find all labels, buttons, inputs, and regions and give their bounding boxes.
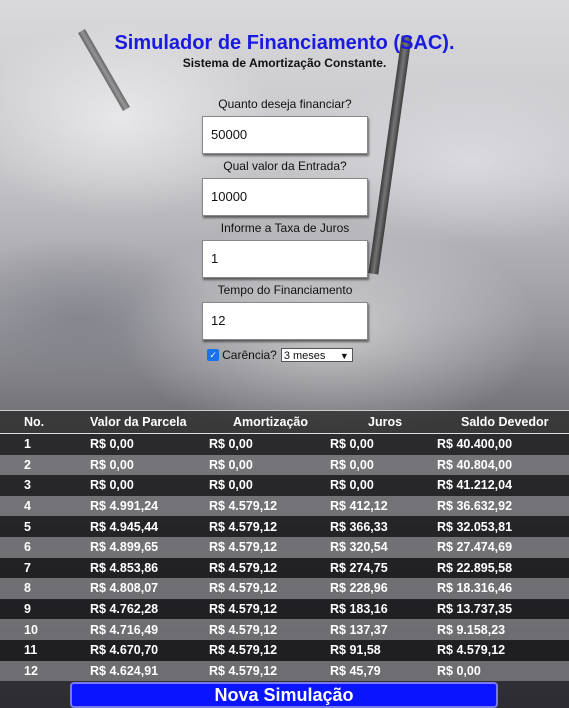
header-balance: Saldo Devedor (461, 415, 549, 429)
header-installment: Valor da Parcela (90, 415, 187, 429)
grace-checkbox[interactable]: ✓ (207, 349, 220, 361)
cell-amortization: R$ 4.579,12 (209, 602, 278, 617)
cell-interest: R$ 228,96 (330, 581, 388, 596)
interest-rate-input[interactable]: 1 (202, 240, 368, 278)
header-interest: Juros (368, 415, 403, 429)
header: Simulador de Financiamento (SAC). Sistem… (0, 30, 569, 70)
table-row: 4 R$ 4.991,24 R$ 4.579,12 R$ 412,12 R$ 36.63… (0, 495, 569, 517)
cell-installment: R$ 4.899,65 (90, 540, 159, 555)
cell-balance: R$ 18.316,46 (437, 581, 513, 596)
table-row: 7 R$ 4.853,86 R$ 4.579,12 R$ 274,75 R$ 22.89… (0, 557, 569, 579)
cell-amortization: R$ 0,00 (209, 478, 253, 493)
cell-no: 5 (24, 519, 31, 534)
term-label: Tempo do Financiamento (217, 283, 353, 297)
cell-no: 1 (24, 437, 31, 452)
table-row: 11 R$ 4.670,70 R$ 4.579,12 R$ 91,58 R$ 4.579… (0, 639, 569, 661)
cell-interest: R$ 320,54 (330, 540, 388, 555)
cell-interest: R$ 137,37 (330, 622, 388, 637)
cell-no: 3 (24, 478, 31, 493)
cell-amortization: R$ 4.579,12 (209, 663, 278, 678)
cell-balance: R$ 41.212,04 (437, 478, 513, 493)
cell-interest: R$ 412,12 (330, 499, 388, 514)
cell-interest: R$ 274,75 (330, 560, 388, 575)
cell-amortization: R$ 4.579,12 (209, 643, 278, 658)
table-row: 6 R$ 4.899,65 R$ 4.579,12 R$ 320,54 R$ 27.47… (0, 536, 569, 558)
table-row: 2 R$ 0,00 R$ 0,00 R$ 0,00 R$ 40.804,00 (0, 454, 569, 476)
cell-amortization: R$ 4.579,12 (209, 499, 278, 514)
table-row: 8 R$ 4.808,07 R$ 4.579,12 R$ 228,96 R$ 18.31… (0, 578, 569, 599)
cell-installment: R$ 4.808,07 (90, 581, 159, 596)
cell-amortization: R$ 0,00 (209, 457, 253, 472)
cell-balance: R$ 9.158,23 (437, 622, 506, 637)
cell-amortization: R$ 4.579,12 (209, 560, 278, 575)
cell-balance: R$ 0,00 (437, 663, 481, 678)
cell-installment: R$ 0,00 (90, 437, 134, 452)
cell-no: 4 (24, 499, 31, 514)
table-row: 12 R$ 4.624,91 R$ 4.579,12 R$ 45,79 R$ 0,00 (0, 660, 569, 682)
table-row: 9 R$ 4.762,28 R$ 4.579,12 R$ 183,16 R$ 13.73… (0, 598, 569, 620)
cell-installment: R$ 0,00 (90, 478, 134, 493)
page-title: Simulador de Financiamento (SAC). (114, 32, 455, 54)
cell-installment: R$ 4.853,86 (90, 560, 159, 575)
cell-balance: R$ 40.400,00 (437, 437, 513, 452)
table-row: 3 R$ 0,00 R$ 0,00 R$ 0,00 R$ 41.212,04 (0, 475, 569, 496)
cell-no: 6 (24, 540, 31, 555)
down-payment-label: Qual valor da Entrada? (223, 159, 347, 173)
table-row: 5 R$ 4.945,44 R$ 4.579,12 R$ 366,33 R$ 32.05… (0, 516, 569, 537)
cell-installment: R$ 4.716,49 (90, 622, 159, 637)
header-amortization: Amortização (233, 415, 309, 429)
chevron-down-icon: ▼ (339, 351, 349, 361)
cell-interest: R$ 0,00 (330, 478, 374, 493)
cell-installment: R$ 4.624,91 (90, 663, 159, 678)
amortization-table: No. Valor da Parcela Amortização Juros S… (0, 410, 569, 682)
grace-label: Carência? (222, 348, 277, 362)
table-header-row: No. Valor da Parcela Amortização Juros S… (0, 411, 569, 434)
new-simulation-button[interactable]: Nova Simulação (70, 682, 498, 708)
cell-installment: R$ 0,00 (90, 457, 134, 472)
cell-balance: R$ 27.474,69 (437, 540, 513, 555)
cell-installment: R$ 4.670,70 (90, 643, 159, 658)
cell-amortization: R$ 0,00 (209, 437, 253, 452)
cell-installment: R$ 4.991,24 (90, 499, 159, 514)
down-payment-input[interactable]: 10000 (202, 178, 368, 216)
cell-interest: R$ 45,79 (330, 663, 381, 678)
cell-balance: R$ 22.895,58 (437, 560, 513, 575)
amount-input[interactable]: 50000 (202, 116, 368, 154)
cell-amortization: R$ 4.579,12 (209, 519, 278, 534)
simulation-form: Quanto deseja financiar? 50000 Qual valo… (202, 96, 368, 362)
cell-balance: R$ 13.737,35 (437, 602, 513, 617)
term-input[interactable]: 12 (202, 302, 368, 340)
cell-no: 12 (24, 663, 38, 678)
cell-interest: R$ 183,16 (330, 602, 388, 617)
cell-no: 8 (24, 581, 31, 596)
cell-interest: R$ 366,33 (330, 519, 388, 534)
cell-balance: R$ 32.053,81 (437, 519, 513, 534)
cell-no: 10 (24, 622, 38, 637)
grace-period-row: ✓ Carência? 3 meses ▼ (192, 348, 368, 362)
cell-interest: R$ 91,58 (330, 643, 381, 658)
cell-no: 7 (24, 560, 31, 575)
table-row: 10 R$ 4.716,49 R$ 4.579,12 R$ 137,37 R$ 9.15… (0, 619, 569, 640)
table-body: 1 R$ 0,00 R$ 0,00 R$ 0,00 R$ 40.400,00 2 R$ 0,… (0, 434, 569, 682)
cell-no: 9 (24, 602, 31, 617)
grace-select[interactable]: 3 meses ▼ (280, 348, 353, 362)
cell-amortization: R$ 4.579,12 (209, 622, 278, 637)
amount-label: Quanto deseja financiar? (218, 97, 352, 111)
grace-select-value: 3 meses (283, 350, 326, 362)
table-row: 1 R$ 0,00 R$ 0,00 R$ 0,00 R$ 40.400,00 (0, 434, 569, 455)
cell-no: 2 (24, 457, 31, 472)
page-subtitle: Sistema de Amortização Constante. (182, 56, 387, 70)
cell-interest: R$ 0,00 (330, 437, 374, 452)
header-no: No. (24, 415, 45, 429)
cell-balance: R$ 40.804,00 (437, 457, 513, 472)
cell-balance: R$ 4.579,12 (437, 643, 506, 658)
cell-no: 11 (24, 643, 38, 658)
cell-installment: R$ 4.762,28 (90, 602, 159, 617)
cell-amortization: R$ 4.579,12 (209, 540, 278, 555)
interest-rate-label: Informe a Taxa de Juros (220, 221, 350, 235)
cell-interest: R$ 0,00 (330, 457, 374, 472)
cell-balance: R$ 36.632,92 (437, 499, 513, 514)
cell-amortization: R$ 4.579,12 (209, 581, 278, 596)
cell-installment: R$ 4.945,44 (90, 519, 159, 534)
